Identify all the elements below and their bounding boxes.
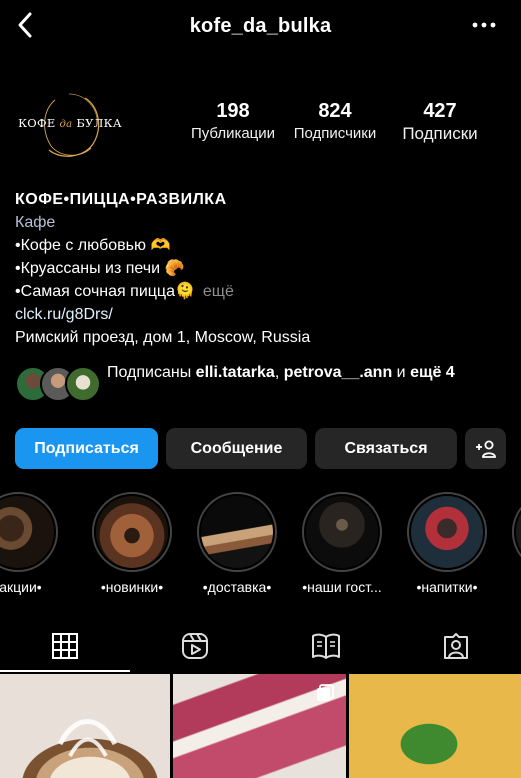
highlight-cover-ring — [92, 492, 172, 572]
bio-address[interactable]: Римский проезд, дом 1, Moscow, Russia — [15, 326, 510, 349]
mutual-more[interactable]: ещё 4 — [410, 364, 455, 381]
highlight-label: •наши гост... — [302, 579, 382, 595]
following-stat[interactable]: 427 Подписки — [384, 100, 496, 146]
logo-word-left: КОФЕ — [18, 116, 56, 130]
followers-count: 824 — [318, 100, 352, 122]
highlight-label: •напитки• — [416, 579, 478, 595]
logo-word-mid: да — [59, 119, 73, 130]
latte-art-icon — [57, 719, 118, 757]
avatar — [65, 366, 101, 402]
mutual-prefix: Подписаны — [107, 364, 192, 381]
mutual-conj: и — [396, 364, 406, 381]
highlight-label: •новинки• — [100, 579, 164, 595]
tab-posts[interactable] — [0, 620, 131, 672]
message-button[interactable]: Сообщение — [166, 428, 307, 469]
ellipsis-icon — [472, 22, 496, 28]
highlight-item[interactable]: •доставка• — [187, 490, 287, 600]
highlight-cover — [201, 496, 273, 568]
highlight-item[interactable]: •наши гост... — [292, 490, 392, 600]
posts-grid — [0, 674, 521, 778]
followers-stat[interactable]: 824 Подписчики — [286, 100, 384, 146]
highlight-item[interactable]: •новинки• — [82, 490, 182, 600]
logo-text: КОФЕ да БУЛКА — [18, 116, 122, 130]
posts-label: Публикации — [190, 125, 276, 142]
highlight-cover — [0, 496, 54, 568]
highlight-item[interactable] — [502, 490, 521, 600]
logo-word-right: БУЛКА — [76, 116, 122, 130]
following-label: Подписки — [402, 124, 478, 143]
profile-actions: Подписаться Сообщение Связаться — [15, 428, 506, 470]
profile-section: КОФЕ да БУЛКА 198 Публикации 824 Подписч… — [0, 88, 521, 172]
highlight-cover — [306, 496, 378, 568]
highlight-cover-ring — [302, 492, 382, 572]
profile-category: Кафе — [15, 214, 56, 231]
highlight-item[interactable]: •напитки• — [397, 490, 497, 600]
tab-tagged[interactable] — [391, 620, 521, 672]
profile-avatar[interactable]: КОФЕ да БУЛКА — [18, 88, 122, 164]
highlight-label: •акции• — [0, 579, 42, 595]
highlight-cover — [96, 496, 168, 568]
highlight-item[interactable]: •акции• — [0, 490, 68, 600]
post-thumbnail[interactable] — [349, 674, 521, 778]
followers-label: Подписчики — [293, 125, 377, 142]
bio-line: •Кофе с любовью 🫶 — [15, 237, 171, 254]
highlight-cover — [411, 496, 483, 568]
profile-display-name: КОФЕ•ПИЦЦА•РАЗВИЛКА — [15, 191, 227, 208]
bio-more-link[interactable]: ещё — [203, 283, 234, 300]
bio-line-last: •Самая сочная пицца🫠 ещё — [15, 280, 510, 303]
tab-guides[interactable] — [261, 620, 391, 672]
highlight-cover-ring — [512, 492, 521, 572]
mutual-user-2[interactable]: petrova__.ann — [284, 364, 392, 381]
chevron-left-icon — [18, 12, 32, 38]
profile-bio: КОФЕ•ПИЦЦА•РАЗВИЛКА Кафе •Кофе с любовью… — [15, 188, 510, 349]
tagged-icon — [443, 633, 468, 659]
mutual-separator: , — [274, 364, 280, 381]
bio-line: •Самая сочная пицца🫠 — [15, 283, 195, 300]
guide-icon — [311, 633, 340, 659]
bio-website-link[interactable]: clck.ru/g8Drs/ — [15, 303, 510, 326]
mutual-user-1[interactable]: elli.tatarka — [196, 364, 275, 381]
mutual-avatars — [15, 366, 101, 402]
profile-tabs — [0, 620, 521, 672]
contact-button[interactable]: Связаться — [315, 428, 457, 469]
highlight-cover-ring — [0, 492, 58, 572]
story-highlights: •акции• •новинки• •доставка• •наши гост.… — [0, 490, 521, 602]
bio-line: •Круассаны из печи 🥐 — [15, 260, 185, 277]
highlight-label: •доставка• — [202, 579, 272, 595]
back-button[interactable] — [10, 10, 40, 40]
posts-stat[interactable]: 198 Публикации — [180, 100, 286, 146]
highlight-cover-ring — [407, 492, 487, 572]
mutual-followers-text: Подписаны elli.tatarka, petrova__.ann и … — [107, 362, 507, 384]
profile-username: kofe_da_bulka — [189, 14, 332, 37]
highlight-cover-ring — [197, 492, 277, 572]
suggest-users-button[interactable] — [465, 428, 506, 469]
profile-stats: 198 Публикации 824 Подписчики 427 Подпис… — [180, 100, 496, 146]
more-options-button[interactable] — [469, 13, 499, 37]
mutual-followers[interactable]: Подписаны elli.tatarka, petrova__.ann и … — [15, 362, 510, 410]
tab-reels[interactable] — [130, 620, 260, 672]
posts-count: 198 — [216, 100, 250, 122]
grid-icon — [52, 633, 79, 659]
reels-icon — [182, 633, 209, 659]
highlight-cover — [516, 496, 521, 568]
top-bar: kofe_da_bulka — [0, 0, 521, 52]
following-count: 427 — [423, 100, 457, 122]
carousel-icon — [317, 684, 334, 701]
follow-button[interactable]: Подписаться — [15, 428, 158, 469]
add-user-icon — [475, 440, 496, 458]
post-thumbnail[interactable] — [0, 674, 170, 778]
post-thumbnail[interactable] — [173, 674, 346, 778]
